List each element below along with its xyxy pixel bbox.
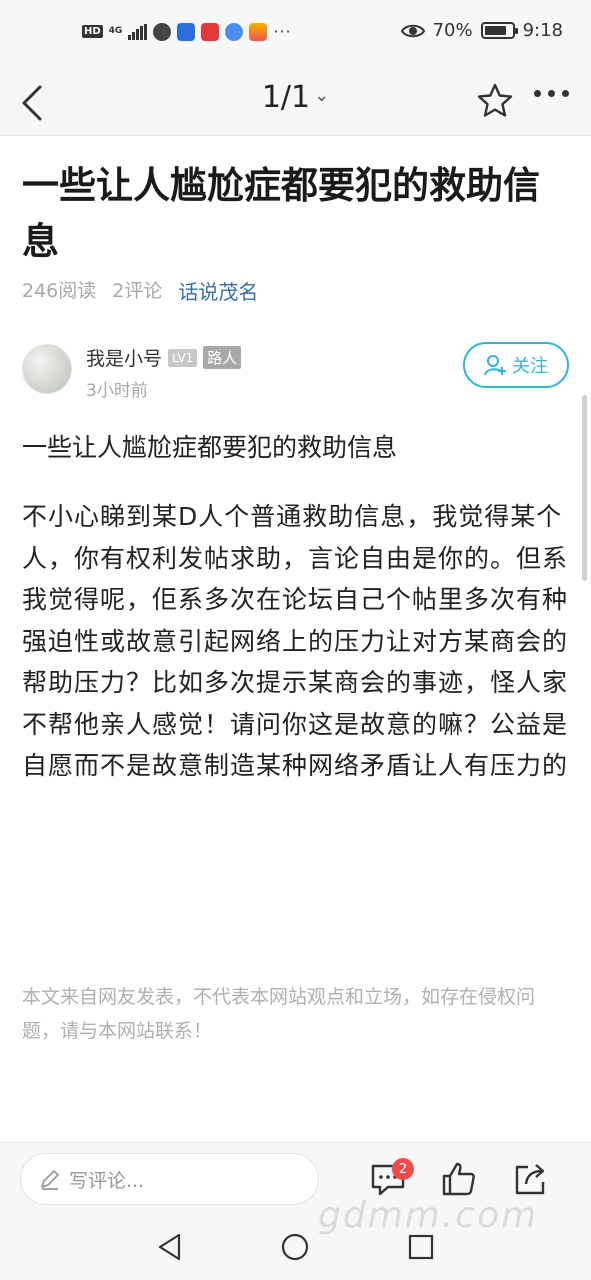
system-back-icon[interactable] [155, 1232, 185, 1262]
level-badge: LV1 [168, 348, 198, 367]
pencil-icon [41, 1170, 59, 1190]
more-notifications-icon: ··· [273, 22, 292, 41]
article-title: 一些让人尴尬症都要犯的救助信息 [22, 164, 540, 263]
music-app-icon [225, 22, 244, 41]
comment-placeholder: 写评论... [69, 1169, 145, 1192]
scrollbar[interactable] [582, 395, 587, 581]
signal-icon [128, 23, 148, 40]
app-notification-icon [249, 22, 268, 41]
eye-comfort-icon [400, 24, 425, 37]
more-options-icon[interactable] [534, 90, 569, 97]
system-home-icon[interactable] [280, 1232, 310, 1262]
status-right: 70% 9:18 [400, 20, 563, 41]
share-icon[interactable] [512, 1161, 548, 1197]
battery-icon [480, 22, 518, 39]
page: HD 4G ··· 70% 9:18 1/1 ⌄ 一些让人尴尬症都要犯的救助信息… [0, 0, 591, 1280]
channel-link[interactable]: 话说茂名 [178, 276, 258, 305]
status-bar: HD 4G ··· 70% 9:18 [0, 0, 591, 70]
role-badge: 路人 [203, 346, 242, 369]
content-heading: 一些让人尴尬症都要犯的救助信息 [22, 433, 398, 462]
avatar[interactable] [22, 344, 72, 394]
add-user-icon [484, 355, 506, 376]
network-type: 4G [108, 26, 123, 36]
comment-count: 2评论 [112, 280, 163, 302]
follow-button[interactable]: 关注 [463, 342, 569, 388]
thumbs-up-icon[interactable] [441, 1161, 477, 1197]
battery-percent: 70% [432, 20, 473, 41]
clock: 9:18 [522, 20, 563, 41]
disclaimer: 本文来自网友发表，不代表本网站观点和立场，如存在侵权问题，请与本网站联系！ [22, 986, 536, 1042]
status-left: HD 4G ··· [82, 22, 292, 41]
page-indicator-label: 1/1 [261, 80, 311, 115]
app-notification-icon [177, 22, 196, 41]
follow-label: 关注 [512, 356, 548, 377]
content-body: 不小心睇到某D人个普通救助信息，我觉得某个人，你有权利发帖求助，言论自由是你的。… [22, 502, 569, 780]
chevron-down-icon: ⌄ [314, 85, 330, 106]
app-notification-icon [201, 22, 220, 41]
system-recents-icon[interactable] [406, 1232, 436, 1262]
top-nav-bar: 1/1 ⌄ [0, 70, 591, 136]
app-notification-icon [153, 22, 172, 41]
read-count: 246阅读 [22, 280, 97, 302]
post-time: 3小时前 [86, 381, 148, 401]
watermark: gdmm.com [318, 1195, 539, 1236]
author-name[interactable]: 我是小号 [86, 344, 162, 371]
author-row: 我是小号 LV1 路人 [86, 344, 242, 371]
hd-icon: HD [82, 25, 103, 38]
article-meta: 246阅读 2评论 话说茂名 [22, 276, 258, 305]
comment-count-badge: 2 [392, 1158, 414, 1180]
comment-input[interactable]: 写评论... [20, 1153, 319, 1205]
star-favorite-icon[interactable] [476, 82, 514, 120]
